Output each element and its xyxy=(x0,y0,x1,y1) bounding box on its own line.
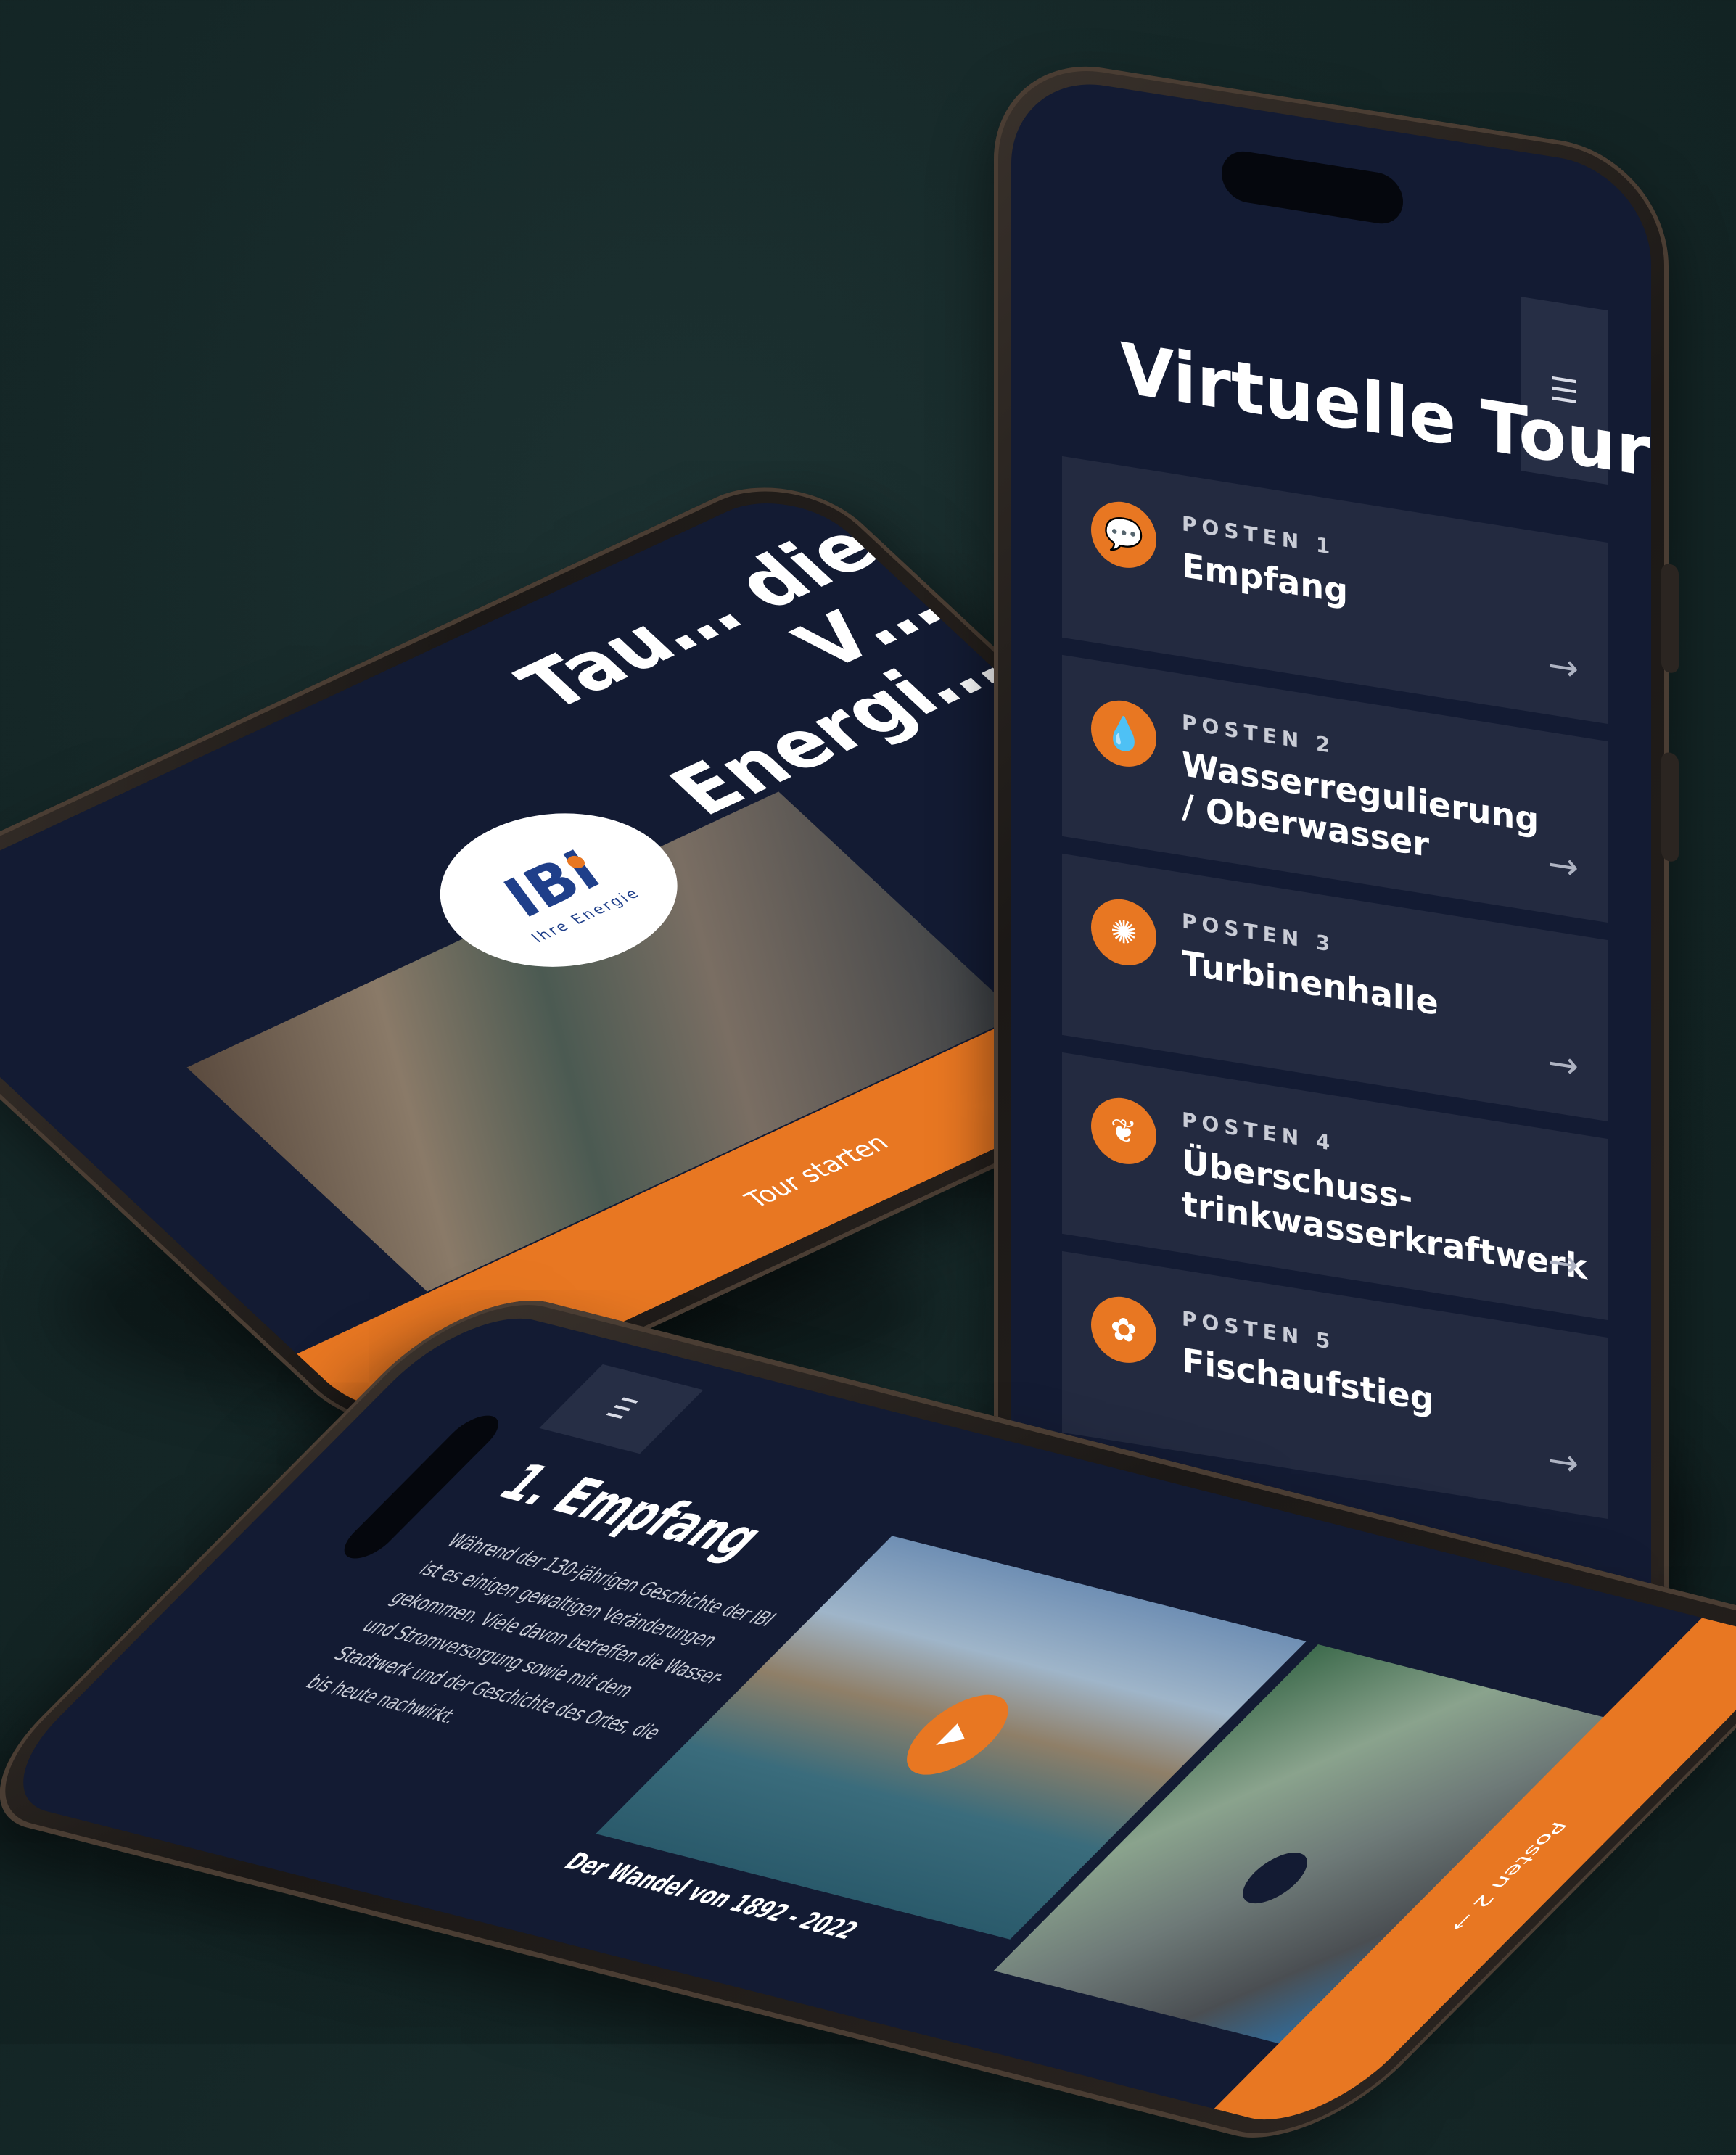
post-name: Überschuss-trinkwasserkraftwerk xyxy=(1182,1142,1588,1287)
play-button[interactable]: ▶ xyxy=(886,1687,1029,1782)
dynamic-island xyxy=(1222,147,1403,228)
menu-button[interactable]: ☰ xyxy=(539,1364,704,1454)
post-name: Wasserregulierung / Oberwasser xyxy=(1182,744,1539,865)
side-button xyxy=(1661,562,1679,675)
arrow-right-icon: → xyxy=(1548,1041,1579,1088)
arrow-right-icon: → xyxy=(1548,1438,1579,1486)
arrow-right-icon: → xyxy=(1548,643,1579,691)
post-name: Turbinenhalle xyxy=(1182,943,1439,1023)
hamburger-menu-icon: ☰ xyxy=(598,1392,645,1426)
arrow-right-icon: → xyxy=(1548,1240,1579,1287)
map-pin-icon xyxy=(1230,1847,1321,1908)
speech-bubble-icon: 💬 xyxy=(1091,497,1156,573)
landing-title: Tau… die V… Energi… xyxy=(499,508,1023,831)
post-list: 💬 POSTEN 1 Empfang → 💧 POSTEN 2 Wasserre… xyxy=(1062,456,1608,1536)
fish-icon: ✿ xyxy=(1091,1292,1156,1368)
post-name: Fischaufstieg xyxy=(1182,1340,1434,1420)
arrow-right-icon: → xyxy=(1548,842,1579,889)
side-button xyxy=(1661,751,1679,863)
water-drop-icon: 💧 xyxy=(1091,696,1156,772)
turbine-icon: ✺ xyxy=(1091,894,1156,971)
play-icon: ▶ xyxy=(931,1715,983,1754)
post-name: Empfang xyxy=(1182,545,1349,611)
start-tour-label: Tour starten xyxy=(739,1129,896,1214)
power-leaf-icon: ❦ xyxy=(1091,1093,1156,1169)
